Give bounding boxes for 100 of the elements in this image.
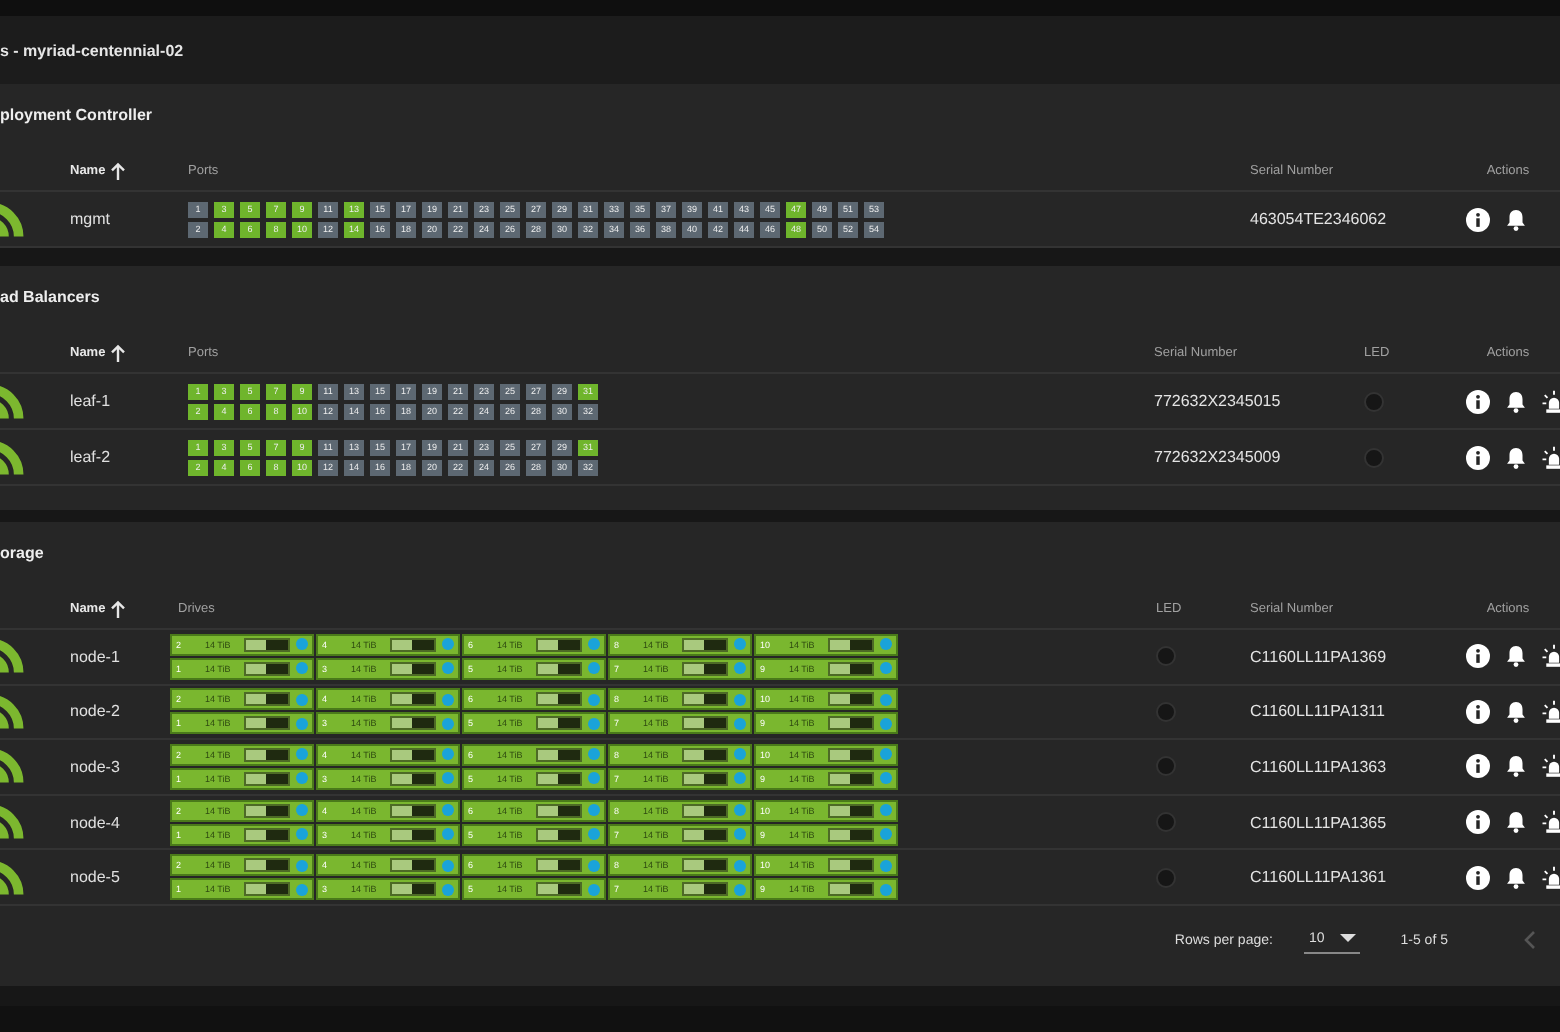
drive-status-dot (296, 748, 309, 761)
caret-icon[interactable] (1340, 934, 1357, 943)
bell-button[interactable] (1504, 207, 1528, 231)
drive-status-dot (588, 717, 601, 730)
signal-arcs-icon (0, 693, 24, 730)
drive-status-dot (734, 828, 747, 841)
bell-button[interactable] (1504, 754, 1528, 779)
drive-status-dot (442, 772, 455, 785)
drive-status-dot (734, 662, 747, 675)
serial-number: 463054TE2346062 (1250, 210, 1387, 228)
drive-status-dot (442, 693, 455, 706)
drive-status-dot (296, 804, 309, 817)
alarm-light-button[interactable] (1542, 644, 1560, 669)
device-name: mgmt (70, 210, 110, 228)
device-name: node-1 (70, 647, 120, 666)
drive-status-dot (588, 859, 601, 872)
drive-status-dot (296, 859, 309, 872)
drive-status-dot (880, 828, 893, 841)
drive-status-dot (296, 828, 309, 841)
drive-status-dot (734, 717, 747, 730)
drive-status-dot (588, 828, 601, 841)
bell-button[interactable] (1504, 810, 1528, 835)
drive-status-dot (880, 804, 893, 817)
drive-status-dot (588, 693, 601, 706)
drive-status-dot (880, 883, 893, 896)
serial-number: C1160LL11PA1365 (1250, 813, 1387, 832)
bell-button[interactable] (1504, 644, 1528, 669)
drive-status-dot (588, 662, 601, 675)
info-button[interactable] (1466, 699, 1490, 724)
drive-status-dot (442, 662, 455, 675)
serial-number: C1160LL11PA1363 (1250, 757, 1387, 776)
info-button[interactable] (1466, 389, 1490, 413)
page-title: s - myriad-centennial-02 (0, 41, 184, 59)
device-name: node-3 (70, 757, 120, 776)
drive-status-dot (588, 883, 601, 896)
drive-status-dot (296, 638, 309, 651)
drive-status-dot (880, 748, 893, 761)
drive-status-dot (734, 883, 747, 896)
device-name: node-2 (70, 702, 120, 721)
alarm-light-button[interactable] (1542, 865, 1560, 890)
device-name: leaf-1 (70, 392, 111, 410)
drive-status-dot (442, 748, 455, 761)
drive-status-dot (296, 717, 309, 730)
device-name: leaf-2 (70, 448, 111, 466)
bell-button[interactable] (1504, 445, 1528, 469)
drive-status-dot (442, 828, 455, 841)
serial-number: C1160LL11PA1361 (1250, 868, 1387, 887)
info-button[interactable] (1466, 754, 1490, 779)
drive-status-dot (588, 748, 601, 761)
drive-status-dot (734, 638, 747, 651)
section-title: ployment Controller (0, 104, 155, 128)
section-title: orage (0, 542, 46, 566)
signal-arcs-icon (0, 439, 24, 475)
drive-status-dot (880, 859, 893, 872)
drive-status-dot (442, 717, 455, 730)
signal-arcs-icon (0, 748, 24, 785)
drive-status-dot (880, 772, 893, 785)
arrow-up-icon[interactable] (109, 600, 126, 618)
alarm-light-button[interactable] (1542, 810, 1560, 835)
drive-status-dot (588, 772, 601, 785)
drive-status-dot (880, 693, 893, 706)
signal-arcs-icon (0, 201, 24, 237)
info-button[interactable] (1466, 207, 1490, 231)
alarm-light-button[interactable] (1542, 389, 1560, 413)
drive-status-dot (734, 804, 747, 817)
section-title: ad Balancers (0, 286, 102, 310)
signal-arcs-icon (0, 804, 24, 841)
alarm-light-button[interactable] (1542, 754, 1560, 779)
serial-number: C1160LL11PA1369 (1250, 647, 1387, 666)
arrow-up-icon[interactable] (109, 162, 126, 180)
drive-status-dot (734, 748, 747, 761)
info-button[interactable] (1466, 445, 1490, 469)
info-button[interactable] (1466, 644, 1490, 669)
arrow-up-icon[interactable] (109, 344, 126, 362)
drive-status-dot (442, 883, 455, 896)
alarm-light-button[interactable] (1542, 699, 1560, 724)
info-button[interactable] (1466, 810, 1490, 835)
serial-number: 772632X2345009 (1154, 448, 1281, 466)
signal-arcs-icon (0, 638, 24, 675)
drive-status-dot (880, 662, 893, 675)
drive-status-dot (296, 662, 309, 675)
drive-status-dot (296, 883, 309, 896)
alarm-light-button[interactable] (1542, 445, 1560, 469)
drive-status-dot (588, 638, 601, 651)
drive-status-dot (734, 772, 747, 785)
drive-status-dot (734, 693, 747, 706)
serial-number: 772632X2345015 (1154, 392, 1281, 410)
info-button[interactable] (1466, 865, 1490, 890)
device-name: node-4 (70, 813, 120, 832)
bell-button[interactable] (1504, 865, 1528, 890)
serial-number: C1160LL11PA1311 (1250, 702, 1385, 721)
drive-status-dot (442, 859, 455, 872)
bell-button[interactable] (1504, 389, 1528, 413)
bell-button[interactable] (1504, 699, 1528, 724)
signal-arcs-icon (0, 383, 24, 419)
drive-status-dot (296, 772, 309, 785)
drive-status-dot (734, 859, 747, 872)
drive-status-dot (442, 804, 455, 817)
drive-status-dot (296, 693, 309, 706)
drive-status-dot (880, 638, 893, 651)
